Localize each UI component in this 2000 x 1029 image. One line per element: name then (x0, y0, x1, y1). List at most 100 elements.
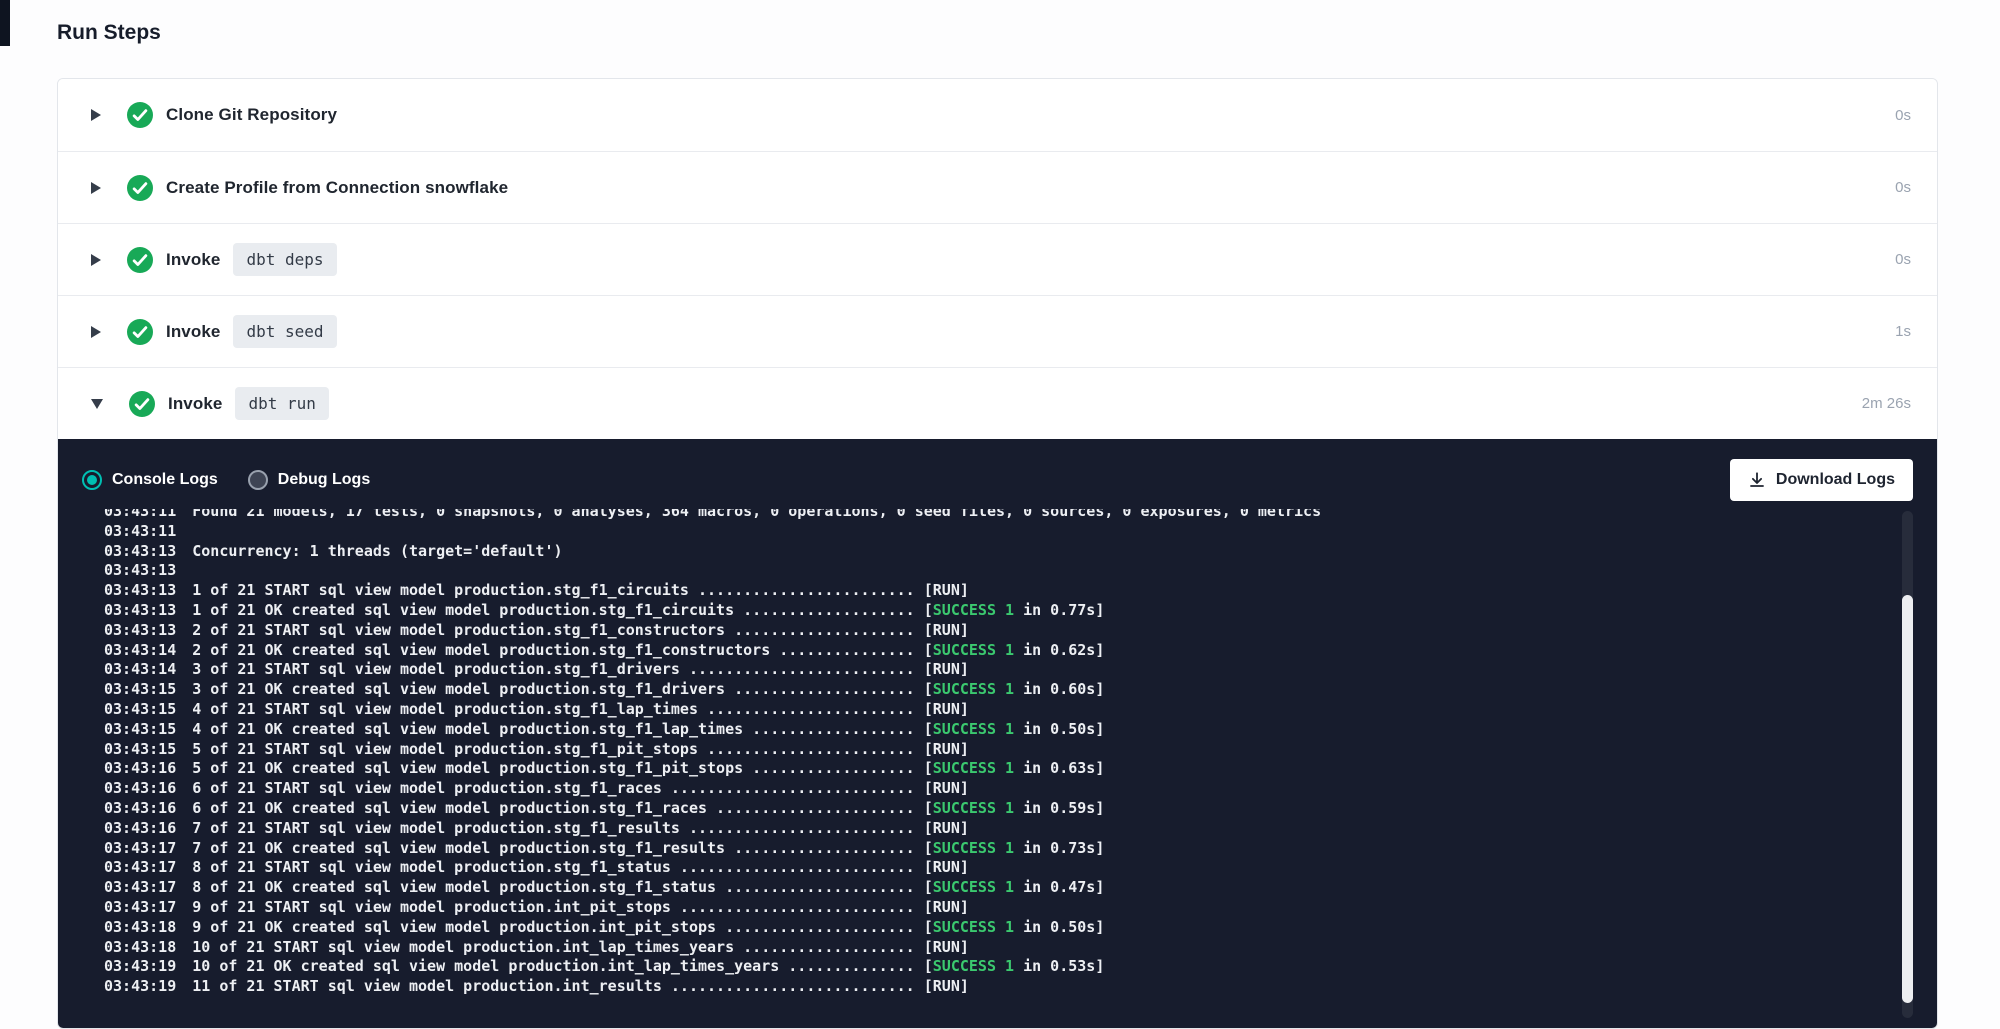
caret-icon[interactable] (91, 326, 101, 338)
log-line: 03:43:13 1 of 21 OK created sql view mode… (104, 601, 1877, 621)
sidebar-edge (0, 0, 10, 46)
log-message: 1 of 21 OK created sql view model produc… (192, 601, 933, 619)
caret-icon[interactable] (91, 254, 101, 266)
log-message: Found 21 models, 17 tests, 0 snapshots, … (192, 509, 1321, 520)
success-check-icon (127, 175, 153, 201)
log-line: 03:43:16 6 of 21 START sql view model pro… (104, 779, 1877, 799)
log-message: 1 of 21 START sql view model production.… (192, 581, 969, 599)
log-timestamp: 03:43:17 (104, 839, 176, 857)
log-message: 8 of 21 START sql view model production.… (192, 858, 969, 876)
log-view-radio[interactable]: Console Logs (82, 470, 218, 490)
download-logs-button[interactable]: Download Logs (1730, 459, 1913, 501)
step-row[interactable]: Invoke dbt run 2m 26s (58, 367, 1937, 439)
log-timestamp: 03:43:11 (104, 522, 176, 540)
run-steps-section: Run Steps Clone Git Repository 0s Create… (57, 20, 1938, 1029)
download-logs-label: Download Logs (1776, 471, 1895, 489)
log-line: 03:43:11 Found 21 models, 17 tests, 0 sna… (104, 509, 1877, 522)
log-timestamp: 03:43:11 (104, 509, 176, 520)
log-message-tail: in 0.62s] (1014, 641, 1104, 659)
log-message: 6 of 21 START sql view model production.… (192, 779, 969, 797)
log-panel-header: Console Logs Debug Logs Download Logs (58, 439, 1937, 509)
log-success-text: SUCCESS 1 (933, 957, 1014, 975)
log-message: 8 of 21 OK created sql view model produc… (192, 878, 933, 896)
step-label: Invoke (166, 250, 220, 270)
log-message: 6 of 21 OK created sql view model produc… (192, 799, 933, 817)
step-row[interactable]: Clone Git Repository 0s (58, 79, 1937, 151)
log-message: 4 of 21 OK created sql view model produc… (192, 720, 933, 738)
log-message: 2 of 21 OK created sql view model produc… (192, 641, 933, 659)
success-check-icon (129, 391, 155, 417)
log-line: 03:43:13Concurrency: 1 threads (target='… (104, 542, 1877, 562)
log-timestamp: 03:43:18 (104, 938, 176, 956)
log-message-tail: in 0.60s] (1014, 680, 1104, 698)
log-view-radio[interactable]: Debug Logs (248, 470, 370, 490)
command-chip: dbt deps (233, 243, 336, 276)
step-label: Clone Git Repository (166, 105, 337, 125)
log-line: 03:43:179 of 21 START sql view model pro… (104, 898, 1877, 918)
step-label: Create Profile from Connection snowflake (166, 178, 508, 198)
success-check-icon (127, 319, 153, 345)
log-line: 03:43:189 of 21 OK created sql view mode… (104, 918, 1877, 938)
log-message: 3 of 21 OK created sql view model produc… (192, 680, 933, 698)
log-timestamp: 03:43:17 (104, 878, 176, 896)
radio-label: Debug Logs (278, 471, 370, 489)
step-row[interactable]: Invoke dbt seed 1s (58, 295, 1937, 367)
radio-icon[interactable] (82, 470, 102, 490)
log-message: 5 of 21 START sql view model production.… (192, 740, 969, 758)
log-timestamp: 03:43:13 (104, 581, 176, 599)
caret-icon[interactable] (91, 399, 103, 409)
log-success-text: SUCCESS 1 (933, 878, 1014, 896)
log-timestamp: 03:43:19 (104, 957, 176, 975)
log-timestamp: 03:43:13 (104, 621, 176, 639)
step-row[interactable]: Invoke dbt deps 0s (58, 223, 1937, 295)
step-row[interactable]: Create Profile from Connection snowflake… (58, 151, 1937, 223)
caret-icon[interactable] (91, 109, 101, 121)
log-message-tail: in 0.77s] (1014, 601, 1104, 619)
log-timestamp: 03:43:15 (104, 680, 176, 698)
log-success-text: SUCCESS 1 (933, 601, 1014, 619)
log-timestamp: 03:43:15 (104, 720, 176, 738)
log-message: 3 of 21 START sql view model production.… (192, 660, 969, 678)
log-line: 03:43:16 6 of 21 OK created sql view mode… (104, 799, 1877, 819)
log-line: 03:43:11 (104, 522, 1877, 542)
log-message-tail: in 0.63s] (1014, 759, 1104, 777)
log-timestamp: 03:43:16 (104, 819, 176, 837)
log-timestamp: 03:43:14 (104, 641, 176, 659)
log-scrollbar-thumb[interactable] (1902, 595, 1913, 1003)
log-success-text: SUCCESS 1 (933, 918, 1014, 936)
radio-label: Console Logs (112, 471, 218, 489)
log-line: 03:43:19 11 of 21 START sql view model pr… (104, 977, 1877, 997)
log-line: 03:43:19 10 of 21 OK created sql view mod… (104, 957, 1877, 977)
radio-icon[interactable] (248, 470, 268, 490)
log-message: 10 of 21 OK created sql view model produ… (192, 957, 933, 975)
log-message: 11 of 21 START sql view model production… (192, 977, 969, 995)
log-line: 03:43:165 of 21 OK created sql view mode… (104, 759, 1877, 779)
page-title: Run Steps (57, 20, 1938, 46)
step-duration: 1s (1895, 323, 1911, 340)
log-message: 7 of 21 OK created sql view model produc… (192, 839, 933, 857)
log-message: 9 of 21 START sql view model production.… (192, 898, 969, 916)
command-chip: dbt seed (233, 315, 336, 348)
log-message: 5 of 21 OK created sql view model produc… (192, 759, 933, 777)
log-line: 03:43:143 of 21 START sql view model pro… (104, 660, 1877, 680)
run-steps-list: Clone Git Repository 0s Create Profile f… (57, 78, 1938, 1029)
log-line: 03:43:155 of 21 START sql view model pro… (104, 740, 1877, 760)
log-timestamp: 03:43:19 (104, 977, 176, 995)
log-message-tail: in 0.47s] (1014, 878, 1104, 896)
step-label: Invoke (168, 394, 222, 414)
step-duration: 0s (1895, 251, 1911, 268)
log-timestamp: 03:43:13 (104, 601, 176, 619)
log-output: 03:43:11 Found 21 models, 17 tests, 0 sna… (58, 509, 1937, 1028)
success-check-icon (127, 247, 153, 273)
step-duration: 0s (1895, 107, 1911, 124)
log-timestamp: 03:43:16 (104, 779, 176, 797)
log-panel: Console Logs Debug Logs Download Logs 03… (58, 439, 1937, 1028)
download-icon (1748, 471, 1766, 489)
log-line: 03:43:17 7 of 21 OK created sql view mode… (104, 839, 1877, 859)
log-line: 03:43:14 2 of 21 OK created sql view mode… (104, 641, 1877, 661)
log-message: 9 of 21 OK created sql view model produc… (192, 918, 933, 936)
log-view-options: Console Logs Debug Logs (82, 470, 370, 490)
log-timestamp: 03:43:16 (104, 799, 176, 817)
caret-icon[interactable] (91, 182, 101, 194)
log-success-text: SUCCESS 1 (933, 720, 1014, 738)
